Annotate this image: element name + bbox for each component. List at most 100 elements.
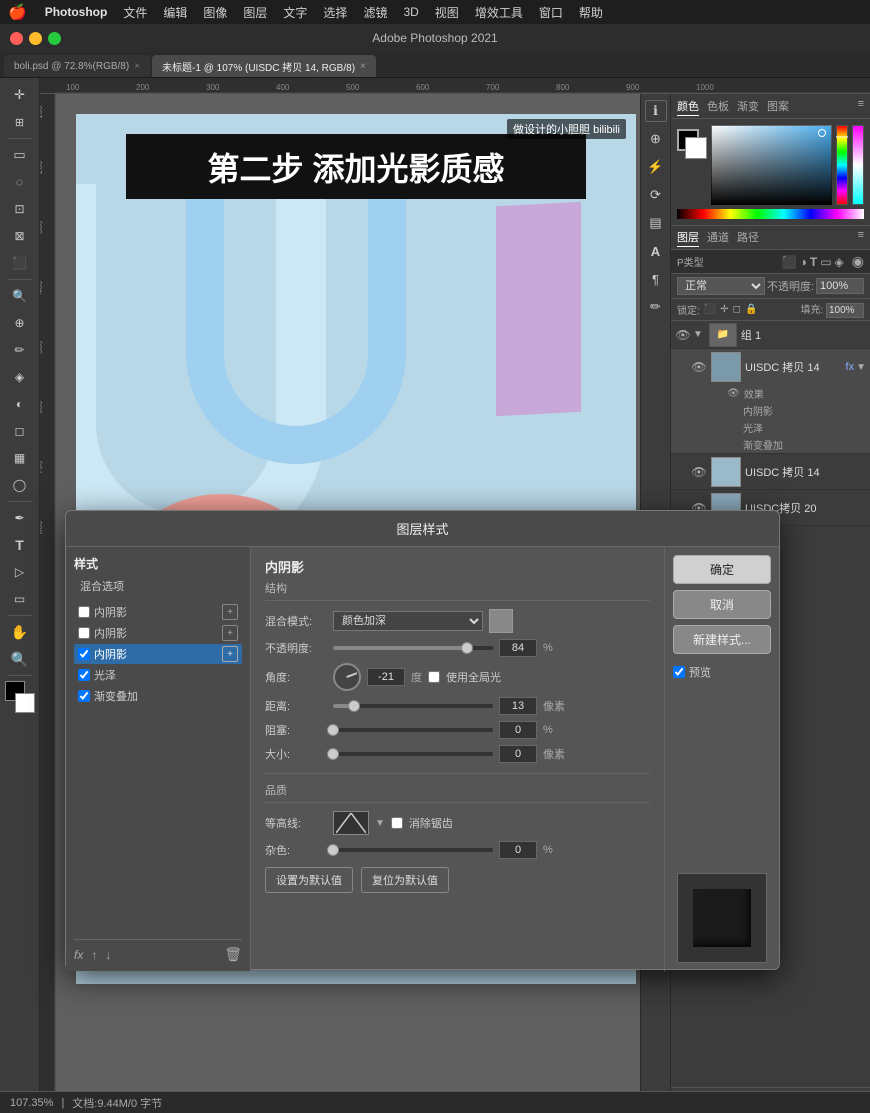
global-light-checkbox[interactable] <box>428 671 440 683</box>
choke-value-input[interactable] <box>499 721 537 739</box>
add-effect-3-icon[interactable]: + <box>222 646 238 662</box>
layers-tab[interactable]: 图层 <box>677 229 699 247</box>
blend-mode-select[interactable]: 颜色加深 <box>333 611 483 631</box>
menu-text[interactable]: 文字 <box>275 4 315 21</box>
menu-photoshop[interactable]: Photoshop <box>37 5 116 19</box>
layer-comps-icon[interactable]: ▤ <box>645 212 667 234</box>
filter-shape-icon[interactable]: ▭ <box>820 255 831 269</box>
move-tool[interactable]: ✛ <box>5 82 35 108</box>
type-tool[interactable]: T <box>5 532 35 558</box>
menu-image[interactable]: 图像 <box>195 4 235 21</box>
object-selection-tool[interactable]: ⊡ <box>5 196 35 222</box>
background-color[interactable] <box>15 693 35 713</box>
menu-filter[interactable]: 滤镜 <box>355 4 395 21</box>
character-icon[interactable]: A <box>645 240 667 262</box>
set-default-button[interactable]: 设置为默认值 <box>265 867 353 893</box>
shape-tool[interactable]: ▭ <box>5 586 35 612</box>
preview-checkbox[interactable] <box>673 666 685 678</box>
history-icon[interactable]: ⟳ <box>645 184 667 206</box>
choke-slider-thumb[interactable] <box>327 724 339 736</box>
color-gradient-box[interactable] <box>711 125 832 205</box>
lock-pixels-icon[interactable]: ⬛ <box>704 304 716 315</box>
color-alpha-strip[interactable] <box>852 125 864 205</box>
filter-text-icon[interactable]: T <box>810 255 817 269</box>
eye-icon[interactable]: 👁 <box>691 359 707 375</box>
gradient-overlay-checkbox[interactable] <box>78 690 90 702</box>
choke-slider-track[interactable] <box>333 728 493 732</box>
ok-button[interactable]: 确定 <box>673 555 771 584</box>
info-icon[interactable]: ℹ <box>645 100 667 122</box>
marquee-tool[interactable]: ▭ <box>5 142 35 168</box>
lock-position-icon[interactable]: ✛ <box>720 304 728 315</box>
menu-edit[interactable]: 编辑 <box>155 4 195 21</box>
content-aware-icon[interactable]: ⊕ <box>645 128 667 150</box>
apple-menu[interactable]: 🍎 <box>8 3 27 21</box>
opacity-slider-track[interactable] <box>333 646 493 650</box>
path-selection-tool[interactable]: ▷ <box>5 559 35 585</box>
blend-color-swatch[interactable] <box>489 609 513 633</box>
distance-slider-thumb[interactable] <box>348 700 360 712</box>
eye-icon[interactable]: 👁 <box>675 327 691 343</box>
minimize-button[interactable] <box>29 32 42 45</box>
clone-tool[interactable]: ◈ <box>5 364 35 390</box>
lock-all-icon[interactable]: 🔒 <box>745 304 757 315</box>
effect-checkbox-5[interactable]: 渐变叠加 <box>74 686 242 706</box>
contour-dropdown-icon[interactable]: ▼ <box>375 818 385 829</box>
hue-strip[interactable] <box>836 125 848 205</box>
group-arrow-icon[interactable]: ▼ <box>693 329 703 340</box>
menu-help[interactable]: 帮助 <box>571 4 611 21</box>
dodge-tool[interactable]: ◯ <box>5 472 35 498</box>
tab-swatches[interactable]: 色板 <box>707 98 729 116</box>
filter-smart-icon[interactable]: ◈ <box>835 255 844 269</box>
distance-value-input[interactable] <box>499 697 537 715</box>
lasso-tool[interactable]: ◌ <box>5 169 35 195</box>
channels-tab[interactable]: 通道 <box>707 229 729 247</box>
panel-menu-icon[interactable]: ≡ <box>858 98 864 116</box>
artboard-tool[interactable]: ⊞ <box>5 109 35 135</box>
filter-pixel-icon[interactable]: ⬛ <box>782 255 797 269</box>
menu-plugins[interactable]: 增效工具 <box>467 4 531 21</box>
inner-shadow-2-checkbox[interactable] <box>78 627 90 639</box>
opacity-value-input[interactable] <box>499 639 537 657</box>
inner-shadow-3-checkbox[interactable] <box>78 648 90 660</box>
add-effect-icon[interactable]: + <box>222 604 238 620</box>
history-brush-tool[interactable]: ◐ <box>5 391 35 417</box>
eye-icon[interactable]: 👁 <box>727 388 740 399</box>
filter-toggle[interactable]: ◉ <box>852 253 864 270</box>
background-swatch[interactable] <box>685 137 707 159</box>
lock-artboards-icon[interactable]: ◻ <box>733 304 741 315</box>
opacity-input[interactable] <box>816 278 864 294</box>
healing-tool[interactable]: ⊕ <box>5 310 35 336</box>
effect-checkbox-4[interactable]: 光泽 <box>74 665 242 685</box>
crop-tool[interactable]: ⊠ <box>5 223 35 249</box>
opacity-slider-thumb[interactable] <box>461 642 473 654</box>
size-value-input[interactable] <box>499 745 537 763</box>
blend-mode-select[interactable]: 正常 <box>677 277 765 295</box>
effect-checkbox-3-active[interactable]: 内阴影 + <box>74 644 242 664</box>
quick-action-icon[interactable]: ⚡ <box>645 156 667 178</box>
distance-slider-track[interactable] <box>333 704 493 708</box>
layer-uisdc-14b[interactable]: 👁 UISDC 拷贝 14 <box>671 454 870 490</box>
size-slider-track[interactable] <box>333 752 493 756</box>
gradient-tool[interactable]: ▦ <box>5 445 35 471</box>
paths-tab[interactable]: 路径 <box>737 229 759 247</box>
close-button[interactable] <box>10 32 23 45</box>
new-style-button[interactable]: 新建样式... <box>673 625 771 654</box>
reset-default-button[interactable]: 复位为默认值 <box>361 867 449 893</box>
paragraph-icon[interactable]: ¶ <box>645 268 667 290</box>
angle-dial[interactable] <box>333 663 361 691</box>
noise-slider-track[interactable] <box>333 848 493 852</box>
eye-icon[interactable]: 👁 <box>691 464 707 480</box>
move-down-icon[interactable]: ↓ <box>105 948 111 962</box>
menu-3d[interactable]: 3D <box>395 5 426 19</box>
tab-boli[interactable]: boli.psd @ 72.8%(RGB/8) × <box>4 55 150 77</box>
move-up-icon[interactable]: ↑ <box>91 948 97 962</box>
gloss-checkbox[interactable] <box>78 669 90 681</box>
brush-tool[interactable]: ✏ <box>5 337 35 363</box>
fill-input[interactable] <box>826 303 864 318</box>
zoom-tool[interactable]: 🔍 <box>5 646 35 672</box>
pen-tool[interactable]: ✒ <box>5 505 35 531</box>
menu-file[interactable]: 文件 <box>115 4 155 21</box>
expand-icon[interactable]: ▼ <box>856 362 866 373</box>
hand-tool[interactable]: ✋ <box>5 619 35 645</box>
